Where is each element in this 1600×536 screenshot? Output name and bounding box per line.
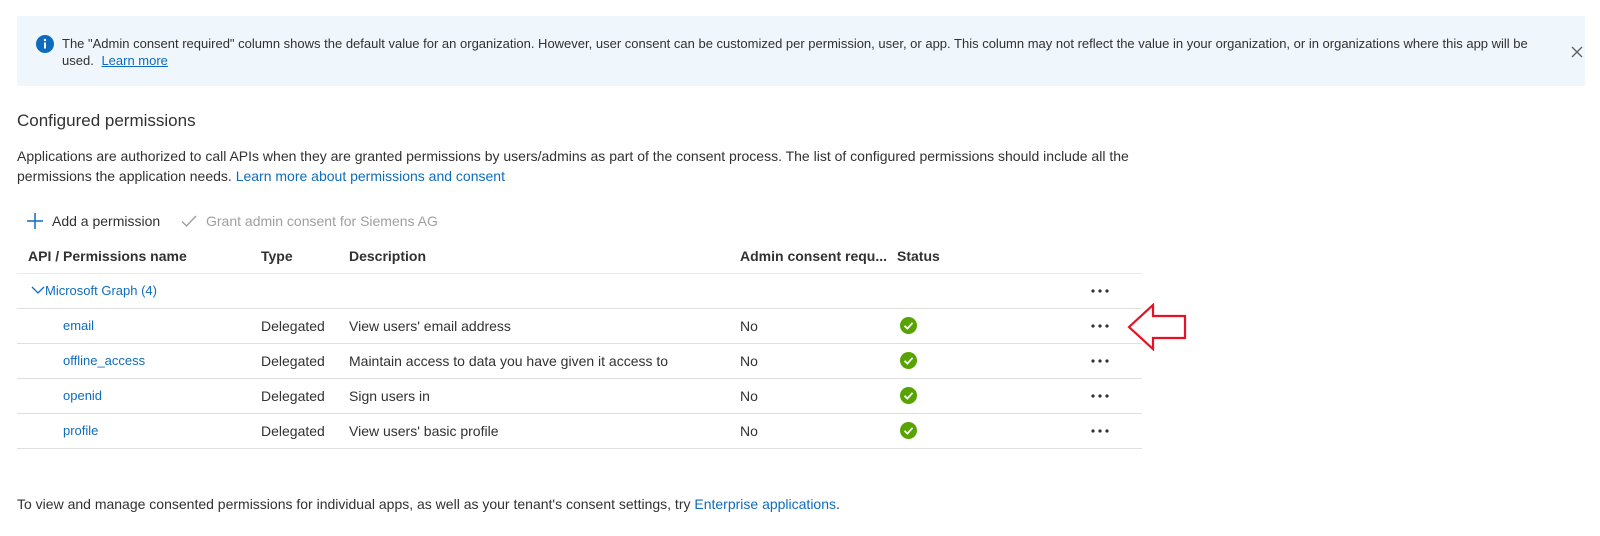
permission-type: Delegated bbox=[261, 318, 325, 334]
more-options-button[interactable] bbox=[1088, 281, 1112, 301]
section-title: Configured permissions bbox=[17, 111, 196, 130]
admin-consent-value: No bbox=[740, 353, 758, 369]
more-icon bbox=[1091, 394, 1109, 398]
header-description[interactable]: Description bbox=[349, 248, 426, 264]
admin-consent-value: No bbox=[740, 388, 758, 404]
permission-description: View users' email address bbox=[349, 318, 511, 334]
more-options-button[interactable] bbox=[1088, 421, 1112, 441]
info-icon bbox=[36, 35, 54, 53]
learn-more-permissions-link[interactable]: Learn more about permissions and consent bbox=[236, 168, 505, 184]
section-description-text: Applications are authorized to call APIs… bbox=[17, 148, 1129, 184]
permissions-table: API / Permissions name Type Description … bbox=[17, 238, 1142, 449]
table-header: API / Permissions name Type Description … bbox=[17, 238, 1142, 274]
header-status[interactable]: Status bbox=[897, 248, 940, 264]
permission-name-link[interactable]: openid bbox=[63, 388, 102, 403]
group-row-microsoft-graph: Microsoft Graph (4) bbox=[17, 274, 1142, 309]
permission-description: Maintain access to data you have given i… bbox=[349, 353, 669, 369]
permission-type: Delegated bbox=[261, 423, 325, 439]
banner-message: The "Admin consent required" column show… bbox=[62, 35, 1562, 69]
more-icon bbox=[1091, 429, 1109, 433]
add-permission-button[interactable]: Add a permission bbox=[26, 210, 160, 232]
table-row: openid Delegated Sign users in No bbox=[17, 379, 1142, 414]
header-api-permissions-name[interactable]: API / Permissions name bbox=[28, 248, 187, 264]
chevron-down-icon[interactable] bbox=[31, 285, 45, 295]
permission-description: Sign users in bbox=[349, 388, 430, 404]
add-permission-label: Add a permission bbox=[52, 213, 161, 229]
close-icon[interactable] bbox=[1571, 46, 1583, 58]
footer-suffix: . bbox=[836, 496, 840, 512]
enterprise-applications-link[interactable]: Enterprise applications bbox=[694, 496, 836, 512]
plus-icon bbox=[27, 213, 43, 229]
admin-consent-value: No bbox=[740, 423, 758, 439]
more-options-button[interactable] bbox=[1088, 351, 1112, 371]
permission-name-link[interactable]: email bbox=[63, 318, 94, 333]
grant-admin-consent-label: Grant admin consent for Siemens AG bbox=[206, 213, 438, 229]
permission-type: Delegated bbox=[261, 388, 325, 404]
permission-type: Delegated bbox=[261, 353, 325, 369]
more-icon bbox=[1091, 324, 1109, 328]
info-banner: The "Admin consent required" column show… bbox=[17, 16, 1585, 86]
more-icon bbox=[1091, 359, 1109, 363]
permission-description: View users' basic profile bbox=[349, 423, 499, 439]
permission-name-link[interactable]: profile bbox=[63, 423, 98, 438]
more-options-button[interactable] bbox=[1088, 386, 1112, 406]
annotation-arrow-icon bbox=[1127, 303, 1187, 351]
section-description: Applications are authorized to call APIs… bbox=[17, 146, 1137, 186]
more-options-button[interactable] bbox=[1088, 316, 1112, 336]
table-row: profile Delegated View users' basic prof… bbox=[17, 414, 1142, 449]
banner-text: The "Admin consent required" column show… bbox=[62, 36, 1528, 68]
check-circle-icon bbox=[900, 422, 917, 439]
footer-note: To view and manage consented permissions… bbox=[17, 496, 840, 512]
header-type[interactable]: Type bbox=[261, 248, 293, 264]
header-admin-consent-required[interactable]: Admin consent requ... bbox=[740, 248, 887, 264]
banner-learn-more-link[interactable]: Learn more bbox=[101, 53, 167, 68]
table-row: email Delegated View users' email addres… bbox=[17, 309, 1142, 344]
check-circle-icon bbox=[900, 317, 917, 334]
more-icon bbox=[1091, 289, 1109, 293]
admin-consent-value: No bbox=[740, 318, 758, 334]
checkmark-icon bbox=[181, 215, 197, 228]
group-label-microsoft-graph[interactable]: Microsoft Graph (4) bbox=[45, 283, 157, 298]
permission-name-link[interactable]: offline_access bbox=[63, 353, 145, 368]
check-circle-icon bbox=[900, 352, 917, 369]
footer-text: To view and manage consented permissions… bbox=[17, 496, 691, 512]
table-row: offline_access Delegated Maintain access… bbox=[17, 344, 1142, 379]
check-circle-icon bbox=[900, 387, 917, 404]
grant-admin-consent-button[interactable]: Grant admin consent for Siemens AG bbox=[180, 210, 438, 232]
